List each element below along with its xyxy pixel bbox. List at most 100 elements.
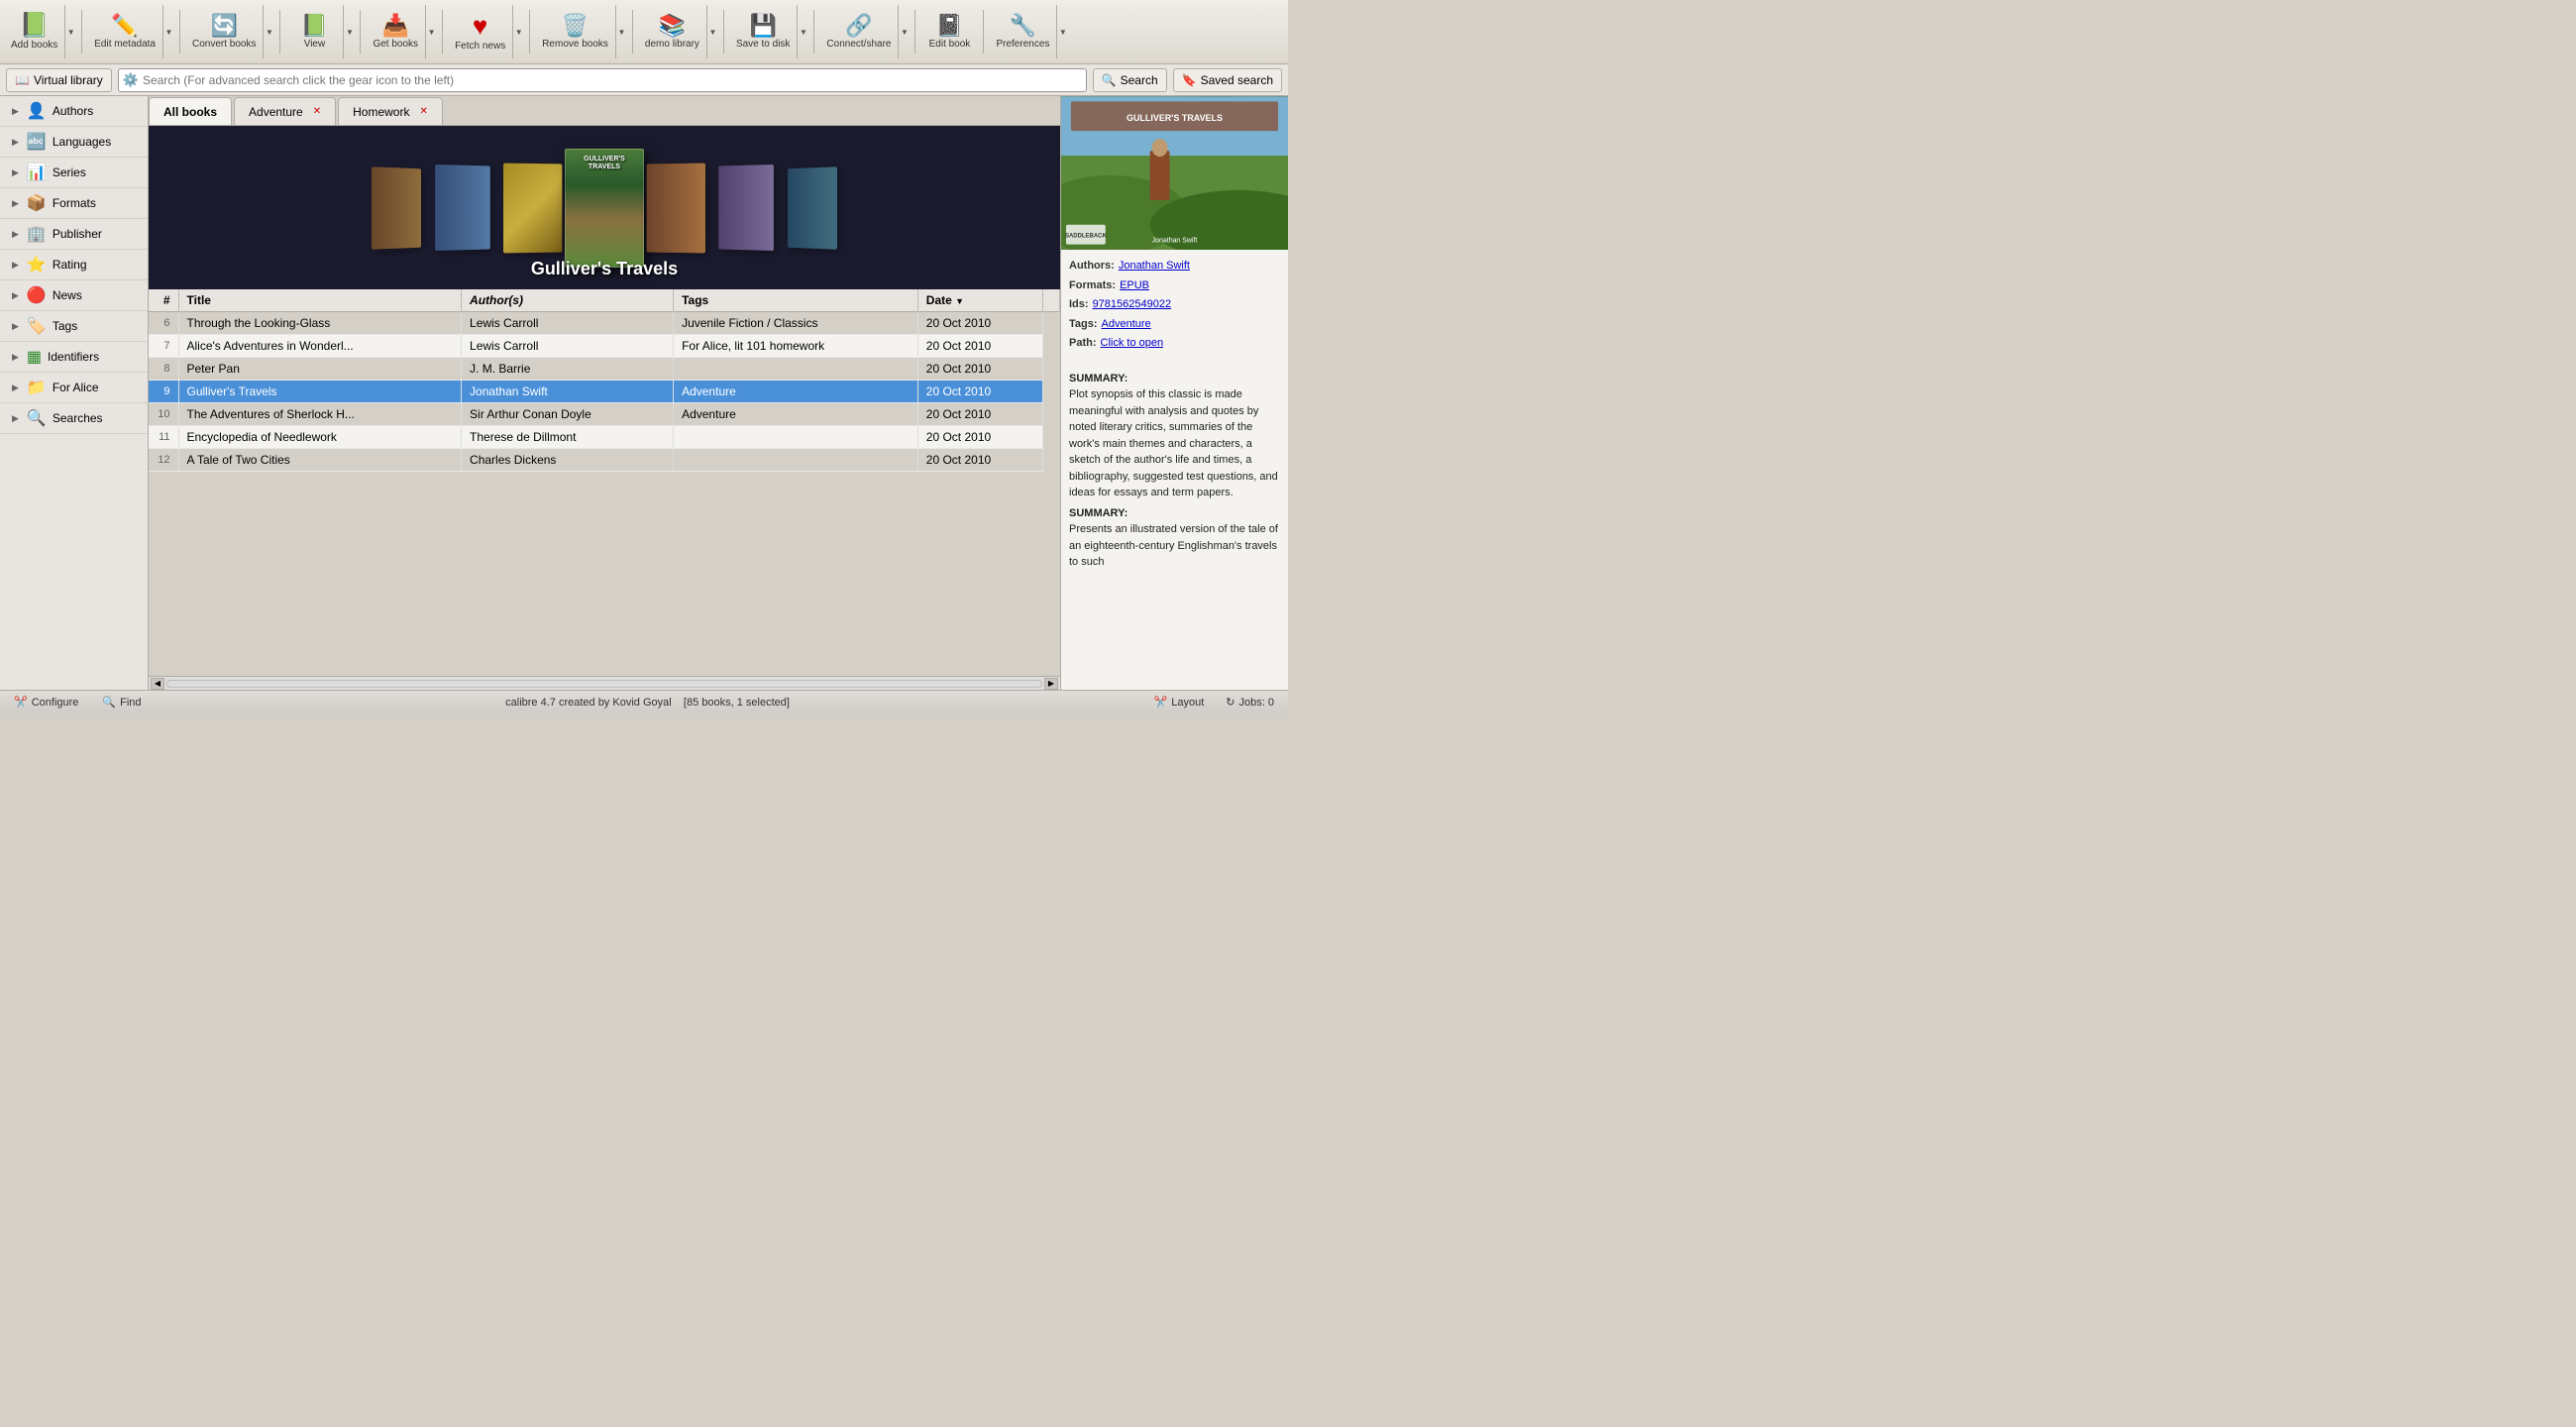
preferences-icon: 🔧: [1010, 15, 1036, 37]
cell-authors: Lewis Carroll: [462, 312, 674, 335]
summary-label: SUMMARY:: [1069, 371, 1280, 387]
table-row[interactable]: 6Through the Looking-GlassLewis CarrollJ…: [149, 312, 1060, 335]
ids-detail-value[interactable]: 9781562549022: [1093, 296, 1172, 314]
sidebar-item-tags[interactable]: ▶ 🏷️ Tags: [0, 311, 148, 342]
search-button[interactable]: 🔍 Search: [1093, 68, 1167, 92]
convert-books-dropdown[interactable]: ▼: [263, 5, 274, 58]
virtual-library-button[interactable]: 📖 Virtual library: [6, 68, 112, 92]
tab-adventure[interactable]: Adventure ✕: [234, 97, 336, 125]
formats-label: Formats: [53, 196, 96, 210]
saved-search-button[interactable]: 🔖 Saved search: [1173, 68, 1282, 92]
view-dropdown[interactable]: ▼: [343, 5, 355, 58]
demo-library-button[interactable]: 📚 demo library: [638, 5, 706, 58]
table-row[interactable]: 9Gulliver's TravelsJonathan SwiftAdventu…: [149, 381, 1060, 403]
sidebar-item-formats[interactable]: ▶ 📦 Formats: [0, 188, 148, 219]
bookmark-icon: 🔖: [1182, 73, 1197, 87]
table-row[interactable]: 7Alice's Adventures in Wonderl...Lewis C…: [149, 335, 1060, 358]
jobs-button[interactable]: ↻ Jobs: 0: [1222, 695, 1278, 710]
detail-authors-row: Authors: Jonathan Swift: [1069, 258, 1280, 275]
col-title[interactable]: Title: [178, 289, 462, 312]
sep8: [723, 10, 724, 54]
add-books-button[interactable]: 📗 Add books: [4, 5, 64, 58]
cell-title: Encyclopedia of Needlework: [178, 426, 462, 449]
scroll-track[interactable]: [166, 680, 1042, 688]
col-date[interactable]: Date ▼: [917, 289, 1042, 312]
find-button[interactable]: 🔍 Find: [98, 695, 145, 710]
col-tags[interactable]: Tags: [674, 289, 918, 312]
view-icon: 📗: [301, 15, 328, 37]
preferences-button[interactable]: 🔧 Preferences: [989, 5, 1056, 58]
languages-label: Languages: [53, 135, 111, 149]
app-status-text: calibre 4.7 created by Kovid Goyal: [505, 697, 672, 709]
authors-detail-value[interactable]: Jonathan Swift: [1119, 258, 1190, 275]
connect-share-dropdown[interactable]: ▼: [898, 5, 910, 58]
sep4: [360, 10, 361, 54]
sep3: [279, 10, 280, 54]
convert-books-button[interactable]: 🔄 Convert books: [185, 5, 263, 58]
authors-arrow: ▶: [12, 106, 19, 117]
sep2: [179, 10, 180, 54]
edit-metadata-button[interactable]: ✏️ Edit metadata: [87, 5, 162, 58]
search-input[interactable]: [143, 73, 1082, 87]
cell-date: 20 Oct 2010: [917, 381, 1042, 403]
convert-books-group: 🔄 Convert books ▼: [185, 3, 274, 60]
cell-tags: For Alice, lit 101 homework: [674, 335, 918, 358]
tags-detail-value[interactable]: Adventure: [1102, 316, 1151, 334]
right-cover-svg: GULLIVER'S TRAVELS Jonathan Swift SADDLE…: [1061, 96, 1288, 250]
save-to-disk-button[interactable]: 💾 Save to disk: [729, 5, 797, 58]
tab-all-books[interactable]: All books: [149, 97, 232, 125]
table-row[interactable]: 11Encyclopedia of NeedleworkTherese de D…: [149, 426, 1060, 449]
get-books-dropdown[interactable]: ▼: [425, 5, 437, 58]
sidebar-item-for-alice[interactable]: ▶ 📁 For Alice: [0, 373, 148, 403]
book-cover-area: GULLIVER'S TRAVELS Gulliver's Travels: [149, 126, 1060, 289]
sidebar-item-publisher[interactable]: ▶ 🏢 Publisher: [0, 219, 148, 250]
for-alice-icon: 📁: [27, 378, 47, 397]
cell-title: Through the Looking-Glass: [178, 312, 462, 335]
edit-metadata-dropdown[interactable]: ▼: [162, 5, 174, 58]
virtual-library-icon: 📖: [15, 73, 30, 87]
sidebar-item-series[interactable]: ▶ 📊 Series: [0, 158, 148, 188]
tab-homework[interactable]: Homework ✕: [338, 97, 443, 125]
edit-book-icon: 📓: [936, 15, 963, 37]
remove-books-button[interactable]: 🗑️ Remove books: [535, 5, 615, 58]
fetch-news-button[interactable]: ♥ Fetch news: [448, 5, 512, 58]
sidebar-item-languages[interactable]: ▶ 🔤 Languages: [0, 127, 148, 158]
table-row[interactable]: 10The Adventures of Sherlock H...Sir Art…: [149, 403, 1060, 426]
connect-share-button[interactable]: 🔗 Connect/share: [819, 5, 898, 58]
preferences-dropdown[interactable]: ▼: [1056, 5, 1068, 58]
fetch-news-dropdown[interactable]: ▼: [512, 5, 524, 58]
scroll-right-button[interactable]: ▶: [1044, 678, 1058, 690]
edit-book-button[interactable]: 📓 Edit book: [920, 5, 978, 58]
sidebar-item-searches[interactable]: ▶ 🔍 Searches: [0, 403, 148, 434]
formats-detail-label: Formats:: [1069, 277, 1116, 295]
configure-button[interactable]: ✂️ Configure: [10, 695, 82, 710]
cover-book-7: [788, 166, 837, 250]
view-button[interactable]: 📗 View: [285, 5, 343, 58]
cell-authors: Lewis Carroll: [462, 335, 674, 358]
col-num[interactable]: #: [149, 289, 178, 312]
layout-button[interactable]: ✂️ Layout: [1150, 695, 1209, 710]
configure-label: Configure: [32, 697, 79, 709]
tab-homework-close[interactable]: ✕: [419, 106, 427, 117]
main-area: ▶ 👤 Authors ▶ 🔤 Languages ▶ 📊 Series ▶ 📦…: [0, 96, 1288, 690]
table-row[interactable]: 8Peter PanJ. M. Barrie20 Oct 2010: [149, 358, 1060, 381]
for-alice-label: For Alice: [53, 381, 99, 394]
get-books-button[interactable]: 📥 Get books: [366, 5, 425, 58]
path-detail-value[interactable]: Click to open: [1101, 335, 1164, 353]
sidebar-item-rating[interactable]: ▶ ⭐ Rating: [0, 250, 148, 280]
add-books-dropdown[interactable]: ▼: [64, 5, 76, 58]
formats-detail-value[interactable]: EPUB: [1120, 277, 1149, 295]
demo-library-dropdown[interactable]: ▼: [706, 5, 718, 58]
tab-adventure-close[interactable]: ✕: [313, 106, 321, 117]
summary-label-2: SUMMARY:: [1069, 505, 1280, 522]
save-to-disk-dropdown[interactable]: ▼: [797, 5, 808, 58]
sidebar-item-authors[interactable]: ▶ 👤 Authors: [0, 96, 148, 127]
sidebar-item-identifiers[interactable]: ▶ ▦ Identifiers: [0, 342, 148, 373]
search-gear-icon[interactable]: ⚙️: [123, 72, 139, 88]
identifiers-icon: ▦: [27, 347, 42, 367]
col-authors[interactable]: Author(s): [462, 289, 674, 312]
remove-books-dropdown[interactable]: ▼: [615, 5, 627, 58]
table-row[interactable]: 12A Tale of Two CitiesCharles Dickens20 …: [149, 449, 1060, 472]
sidebar-item-news[interactable]: ▶ 🔴 News: [0, 280, 148, 311]
scroll-left-button[interactable]: ◀: [151, 678, 164, 690]
